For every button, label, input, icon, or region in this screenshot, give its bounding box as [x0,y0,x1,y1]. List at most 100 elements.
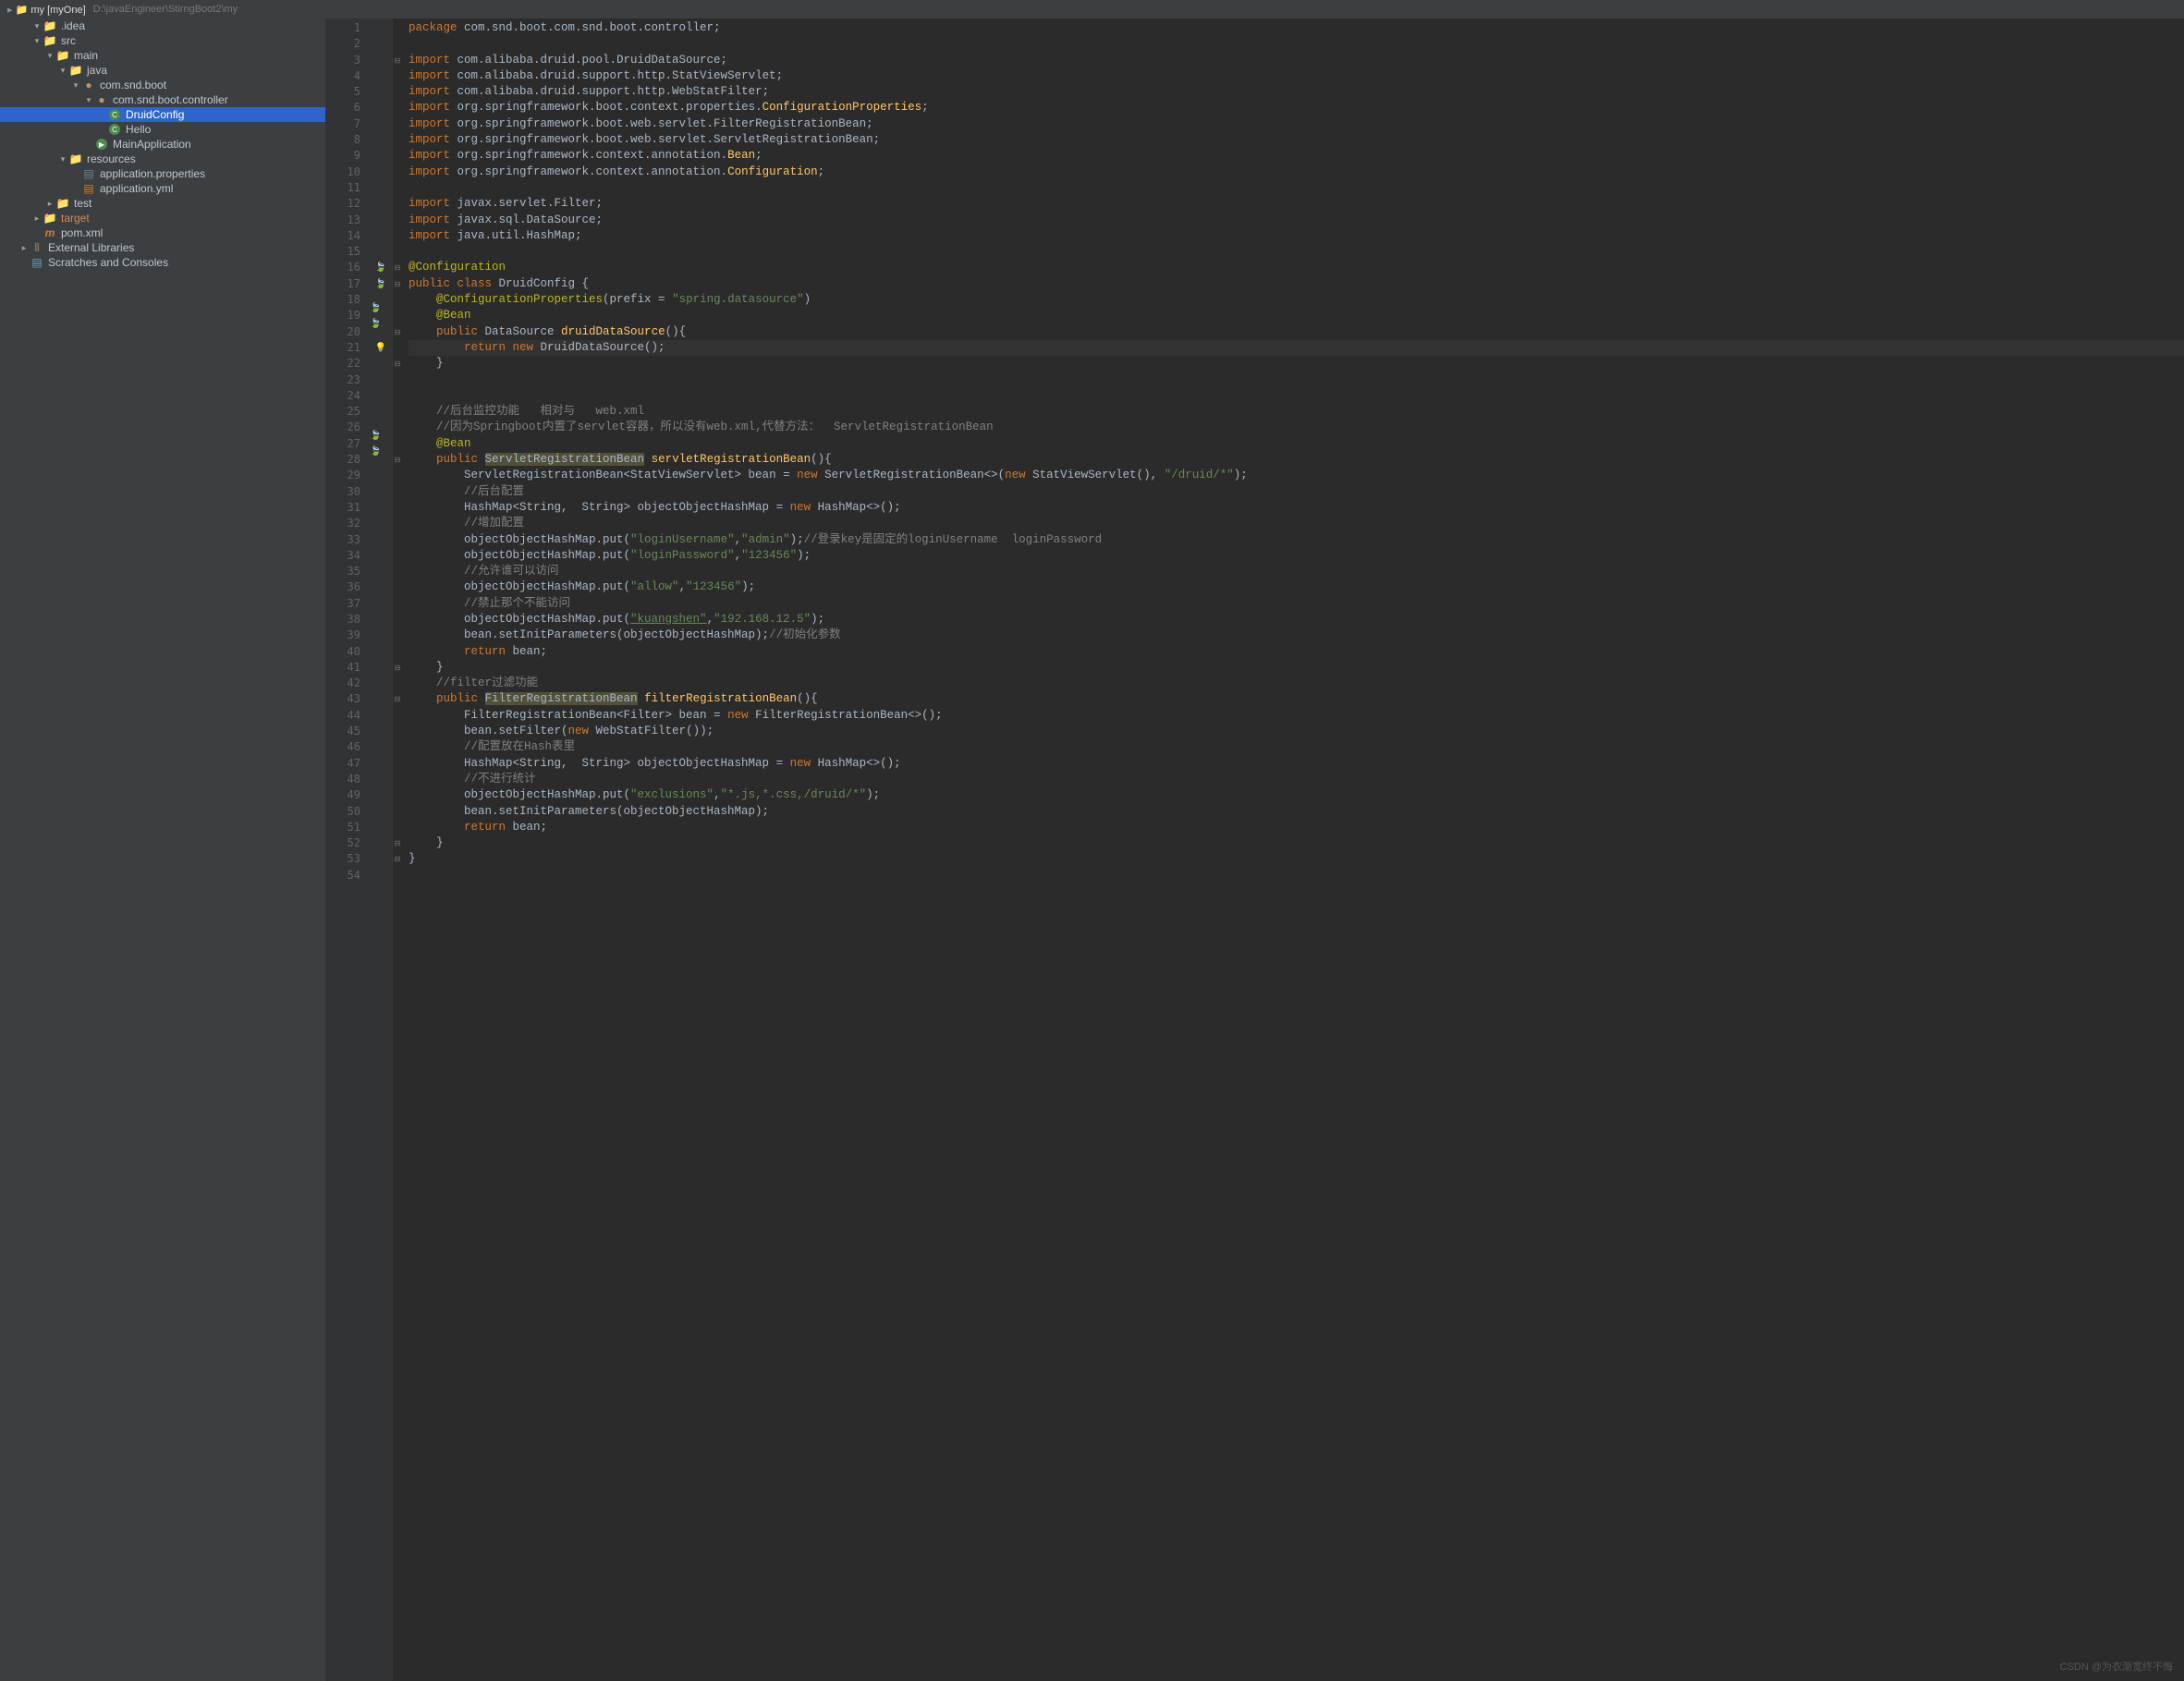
fold-marker[interactable]: ⊟ [393,660,402,676]
editor[interactable]: 1234567891011121314151617181920212223242… [325,18,2184,1681]
code-line[interactable]: //不进行统计 [409,772,2184,787]
fold-marker[interactable] [393,627,402,643]
code-line[interactable]: ServletRegistrationBean<StatViewServlet>… [409,468,2184,483]
code-line[interactable]: import java.util.HashMap; [409,228,2184,244]
code-line[interactable]: @Configuration [409,260,2184,275]
code-line[interactable]: public FilterRegistrationBean filterRegi… [409,691,2184,707]
fold-marker[interactable] [393,516,402,531]
tree-item-test[interactable]: ▸📁test [0,196,325,211]
code-line[interactable]: import org.springframework.context.annot… [409,164,2184,180]
fold-marker[interactable] [393,180,402,196]
code-line[interactable] [409,868,2184,883]
code-line[interactable]: public class DruidConfig { [409,276,2184,292]
expand-arrow-icon[interactable]: ▾ [31,36,43,46]
tree-item-scratches-and-consoles[interactable]: ▤Scratches and Consoles [0,255,325,270]
code-line[interactable]: bean.setInitParameters(objectObjectHashM… [409,627,2184,643]
fold-marker[interactable] [393,564,402,579]
fold-marker[interactable]: ⊟ [393,452,402,468]
code-line[interactable]: bean.setFilter(new WebStatFilter()); [409,724,2184,739]
tree-item-druidconfig[interactable]: CDruidConfig [0,107,325,122]
tree-item-main[interactable]: ▾📁main [0,48,325,63]
expand-arrow-icon[interactable]: ▾ [83,95,94,105]
code-line[interactable]: public DataSource druidDataSource(){ [409,324,2184,340]
code-line[interactable]: } [409,356,2184,372]
code-line[interactable]: return bean; [409,644,2184,660]
fold-marker[interactable] [393,164,402,180]
bean-leaf-icon[interactable]: 🍃 [370,260,392,275]
code-line[interactable]: //filter过滤功能 [409,676,2184,691]
code-line[interactable] [409,388,2184,404]
code-line[interactable]: objectObjectHashMap.put("exclusions","*.… [409,787,2184,803]
fold-marker[interactable] [393,404,402,420]
code-line[interactable]: import com.alibaba.druid.support.http.St… [409,68,2184,84]
fold-marker[interactable] [393,292,402,308]
fold-marker[interactable] [393,532,402,548]
expand-arrow-icon[interactable]: ▸ [44,199,55,209]
fold-marker[interactable] [393,100,402,116]
expand-arrow-icon[interactable]: ▾ [57,154,68,164]
code-area[interactable]: package com.snd.boot.com.snd.boot.contro… [403,18,2184,1681]
fold-marker[interactable] [393,213,402,228]
code-line[interactable] [409,372,2184,388]
expand-arrow-icon[interactable]: ▸ [31,213,43,224]
code-line[interactable]: HashMap<String, String> objectObjectHash… [409,500,2184,516]
fold-strip[interactable]: ⊟⊟⊟⊟⊟⊟⊟⊟⊟⊟ [392,18,403,1681]
code-line[interactable]: public ServletRegistrationBean servletRe… [409,452,2184,468]
fold-marker[interactable]: ⊟ [393,851,402,867]
fold-marker[interactable] [393,500,402,516]
fold-marker[interactable] [393,708,402,724]
project-tree[interactable]: ▾📁.idea▾📁src▾📁main▾📁java▾●com.snd.boot▾●… [0,18,325,1681]
fold-marker[interactable] [393,68,402,84]
fold-marker[interactable] [393,36,402,52]
fold-marker[interactable] [393,244,402,260]
fold-marker[interactable] [393,548,402,564]
code-line[interactable]: import org.springframework.context.annot… [409,148,2184,164]
code-line[interactable] [409,36,2184,52]
code-line[interactable]: //允许谁可以访问 [409,564,2184,579]
code-line[interactable]: @Bean [409,308,2184,323]
fold-marker[interactable]: ⊟ [393,691,402,707]
code-line[interactable]: return new DruidDataSource(); [409,340,2184,356]
code-line[interactable]: import org.springframework.boot.web.serv… [409,132,2184,148]
bean-leaf-icon[interactable]: 🍃 [370,276,392,292]
fold-marker[interactable]: ⊟ [393,276,402,292]
code-line[interactable]: import com.alibaba.druid.support.http.We… [409,84,2184,100]
tree-item-mainapplication[interactable]: ▶MainApplication [0,137,325,152]
code-line[interactable]: //后台配置 [409,484,2184,500]
tree-item-com-snd-boot-controller[interactable]: ▾●com.snd.boot.controller [0,92,325,107]
fold-marker[interactable] [393,787,402,803]
fold-marker[interactable] [393,372,402,388]
fold-marker[interactable] [393,612,402,627]
fold-marker[interactable] [393,644,402,660]
fold-marker[interactable] [393,84,402,100]
code-line[interactable]: HashMap<String, String> objectObjectHash… [409,756,2184,772]
code-line[interactable]: import com.alibaba.druid.pool.DruidDataS… [409,53,2184,68]
fold-marker[interactable] [393,388,402,404]
code-line[interactable]: import org.springframework.boot.web.serv… [409,116,2184,132]
tree-item-hello[interactable]: CHello [0,122,325,137]
tree-item-com-snd-boot[interactable]: ▾●com.snd.boot [0,78,325,92]
code-line[interactable]: objectObjectHashMap.put("kuangshen","192… [409,612,2184,627]
expand-arrow-icon[interactable]: ▾ [31,21,43,31]
fold-marker[interactable] [393,148,402,164]
tree-item-pom-xml[interactable]: mpom.xml [0,225,325,240]
expand-arrow-icon[interactable]: ▾ [70,80,81,91]
fold-marker[interactable] [393,596,402,612]
fold-marker[interactable] [393,308,402,323]
fold-marker[interactable] [393,132,402,148]
tree-item-application-yml[interactable]: ▤application.yml [0,181,325,196]
code-line[interactable]: objectObjectHashMap.put("loginPassword",… [409,548,2184,564]
tree-item-resources[interactable]: ▾📁resources [0,152,325,166]
fold-marker[interactable] [393,468,402,483]
tree-item-target[interactable]: ▸📁target [0,211,325,225]
code-line[interactable]: @Bean [409,436,2184,452]
code-line[interactable]: objectObjectHashMap.put("allow","123456"… [409,579,2184,595]
bean-leaf2-icon[interactable]: 🍃🍃 [370,308,392,323]
code-line[interactable]: //禁止那个不能访问 [409,596,2184,612]
fold-marker[interactable] [393,772,402,787]
code-line[interactable]: import org.springframework.boot.context.… [409,100,2184,116]
code-line[interactable]: package com.snd.boot.com.snd.boot.contro… [409,20,2184,36]
tree-item-java[interactable]: ▾📁java [0,63,325,78]
code-line[interactable]: FilterRegistrationBean<Filter> bean = ne… [409,708,2184,724]
fold-marker[interactable]: ⊟ [393,835,402,851]
